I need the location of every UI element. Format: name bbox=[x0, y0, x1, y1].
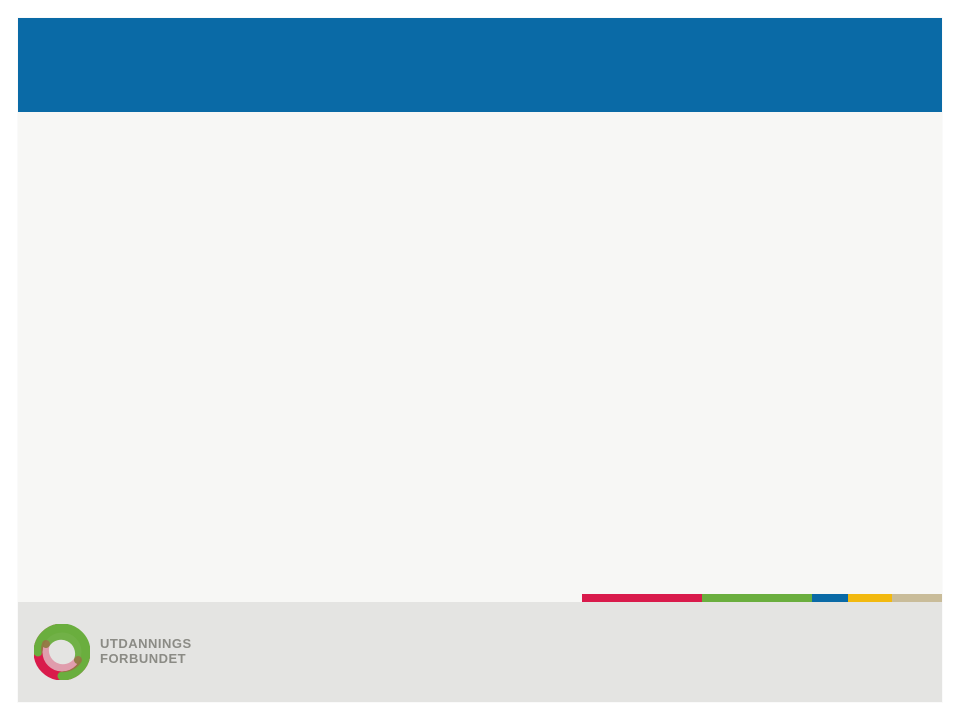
stripe-segment bbox=[702, 594, 812, 602]
stripe-segment bbox=[582, 594, 702, 602]
slide: UTDANNINGS FORBUNDET bbox=[18, 18, 942, 702]
logo-swirl-icon bbox=[34, 624, 90, 680]
brand-name-line2: FORBUNDET bbox=[100, 652, 192, 667]
accent-stripe bbox=[582, 594, 942, 602]
brand-logo: UTDANNINGS FORBUNDET bbox=[34, 624, 192, 680]
stripe-segment bbox=[812, 594, 848, 602]
stripe-segment bbox=[892, 594, 942, 602]
stripe-segment bbox=[848, 594, 892, 602]
brand-name: UTDANNINGS FORBUNDET bbox=[100, 637, 192, 667]
brand-name-line1: UTDANNINGS bbox=[100, 637, 192, 652]
header-bar bbox=[18, 18, 942, 112]
content-area bbox=[18, 112, 942, 602]
footer-bar: UTDANNINGS FORBUNDET bbox=[18, 602, 942, 702]
